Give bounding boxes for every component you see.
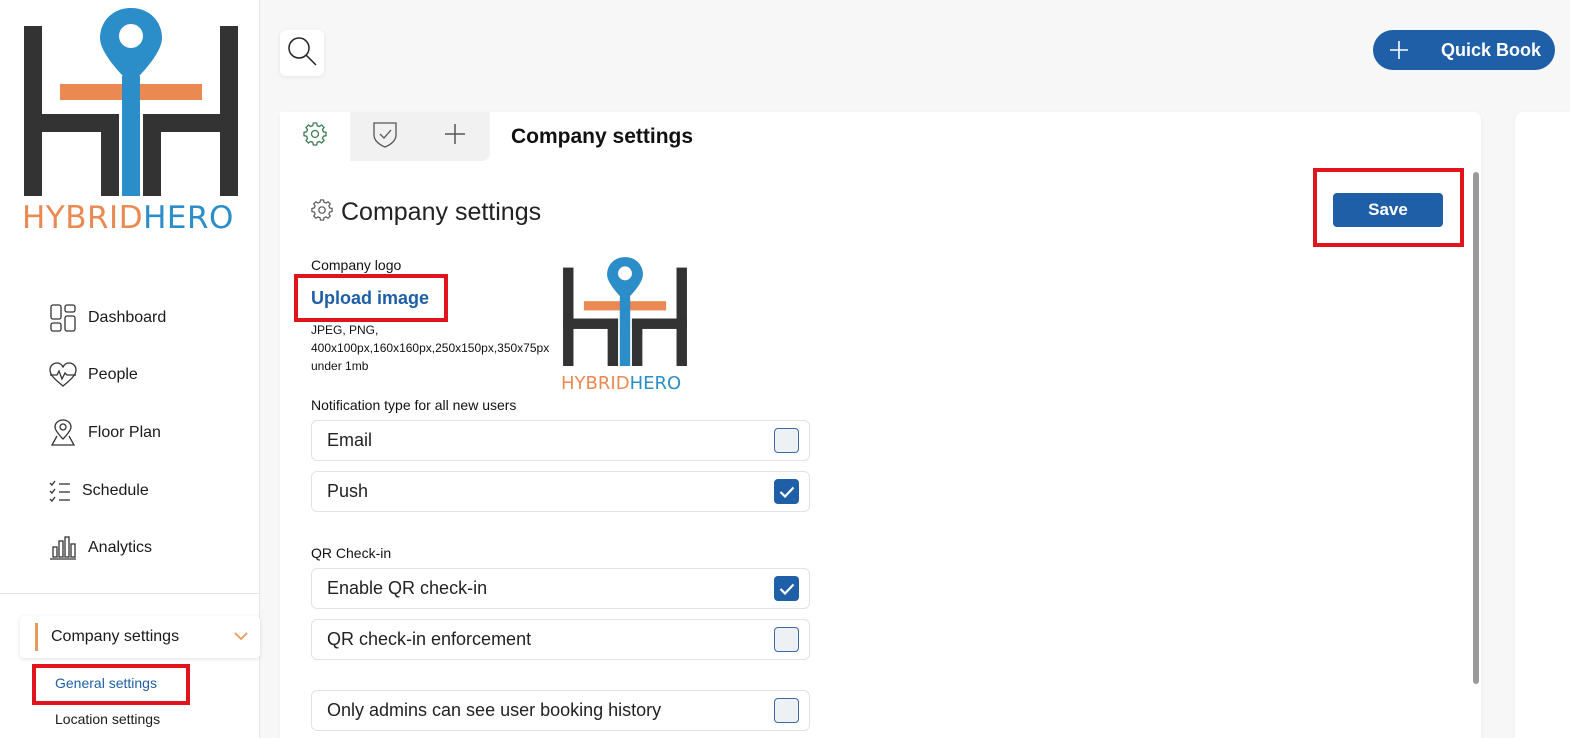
bar-chart-icon (48, 533, 78, 563)
option-label: QR check-in enforcement (327, 629, 532, 649)
upload-hint: JPEG, PNG, 400x100px,160x160px,250x150px… (311, 321, 549, 375)
shield-check-icon (372, 120, 398, 153)
option-label: Email (327, 430, 373, 450)
company-logo-image (563, 257, 687, 366)
right-panel (1515, 112, 1570, 738)
save-button[interactable]: Save (1333, 193, 1443, 227)
brand-wordmark: HYBRIDHERO (22, 200, 234, 236)
upload-hint-line: 400x100px,160x160px,250x150px,350x75px (311, 341, 550, 355)
company-logo-label: Company logo (311, 257, 402, 273)
push-checkbox[interactable] (774, 479, 799, 504)
brand-name-part1: HYBRID (561, 373, 630, 394)
booking-history-checkbox[interactable] (774, 698, 799, 723)
booking-history-option: Only admins can see user booking history (311, 690, 810, 731)
notification-option-email: Email (311, 420, 810, 461)
qr-option-enforcement: QR check-in enforcement (311, 619, 810, 660)
notification-option-push: Push (311, 471, 810, 512)
sidebar-divider (0, 593, 260, 594)
checkmark-icon (779, 486, 794, 498)
brand-name-part1: HYBRID (22, 200, 144, 236)
sidebar-item-schedule[interactable]: Schedule (48, 474, 149, 508)
sidebar-subitem-location-settings[interactable]: Location settings (55, 711, 160, 727)
qr-checkin-label: QR Check-in (311, 545, 392, 561)
qr-enforcement-checkbox[interactable] (774, 627, 799, 652)
sidebar-item-label: Dashboard (88, 309, 167, 326)
search-button[interactable] (280, 30, 324, 76)
option-label: Push (327, 481, 369, 501)
plus-icon (444, 123, 466, 150)
gear-icon (303, 122, 327, 151)
tab-security[interactable] (350, 112, 420, 161)
tab-add[interactable] (420, 112, 490, 161)
option-label: Enable QR check-in (327, 578, 488, 598)
notification-type-label: Notification type for all new users (311, 397, 517, 413)
sidebar-item-label: Floor Plan (88, 424, 161, 441)
tab-general[interactable] (280, 112, 350, 161)
quick-book-label: Quick Book (1441, 39, 1542, 60)
email-checkbox[interactable] (774, 428, 799, 453)
company-logo-wordmark: HYBRIDHERO (561, 373, 690, 394)
sidebar-item-dashboard[interactable]: Dashboard (48, 301, 166, 335)
gear-icon (311, 199, 333, 226)
heart-pulse-icon (48, 360, 78, 390)
upload-hint-line: JPEG, PNG, (311, 323, 379, 337)
option-label: Only admins can see user booking history (327, 700, 662, 720)
sidebar-item-label: Analytics (88, 539, 153, 556)
quick-book-button[interactable]: Quick Book (1373, 30, 1555, 70)
sidebar-item-floor-plan[interactable]: Floor Plan (48, 416, 161, 450)
section-title: Company settings (341, 198, 542, 226)
sidebar-item-analytics[interactable]: Analytics (48, 531, 152, 565)
sidebar-subitem-general-settings[interactable]: General settings (55, 675, 157, 691)
sidebar-item-label: People (88, 366, 138, 383)
checkmark-icon (779, 583, 794, 595)
company-settings-card: Company settings Company settings Save C… (280, 112, 1481, 738)
plus-icon (1379, 40, 1419, 60)
sidebar-item-people[interactable]: People (48, 358, 138, 392)
active-indicator (35, 623, 38, 651)
sidebar-item-label: Schedule (82, 482, 149, 499)
qr-option-enable: Enable QR check-in (311, 568, 810, 609)
sidebar-group-label: Company settings (51, 628, 180, 645)
card-title: Company settings (511, 125, 694, 148)
brand-name-part2: HERO (143, 200, 234, 236)
search-icon (286, 35, 318, 72)
dashboard-icon (48, 303, 78, 333)
map-pin-icon (48, 418, 78, 448)
sidebar: HYBRIDHERO Dashboard People Floor Plan S… (0, 0, 260, 738)
upload-image-link[interactable]: Upload image (311, 288, 429, 309)
brand-name-part2: HERO (629, 373, 682, 394)
settings-tabs (280, 112, 491, 161)
company-logo-preview: HYBRIDHERO (560, 256, 690, 394)
sidebar-group-company-settings[interactable]: Company settings (20, 616, 260, 658)
section-header: Company settings (311, 198, 541, 227)
upload-hint-line: under 1mb (311, 359, 369, 373)
scrollbar[interactable] (1473, 172, 1479, 684)
checklist-icon (48, 476, 72, 506)
chevron-down-icon (234, 628, 248, 646)
enable-qr-checkbox[interactable] (774, 576, 799, 601)
